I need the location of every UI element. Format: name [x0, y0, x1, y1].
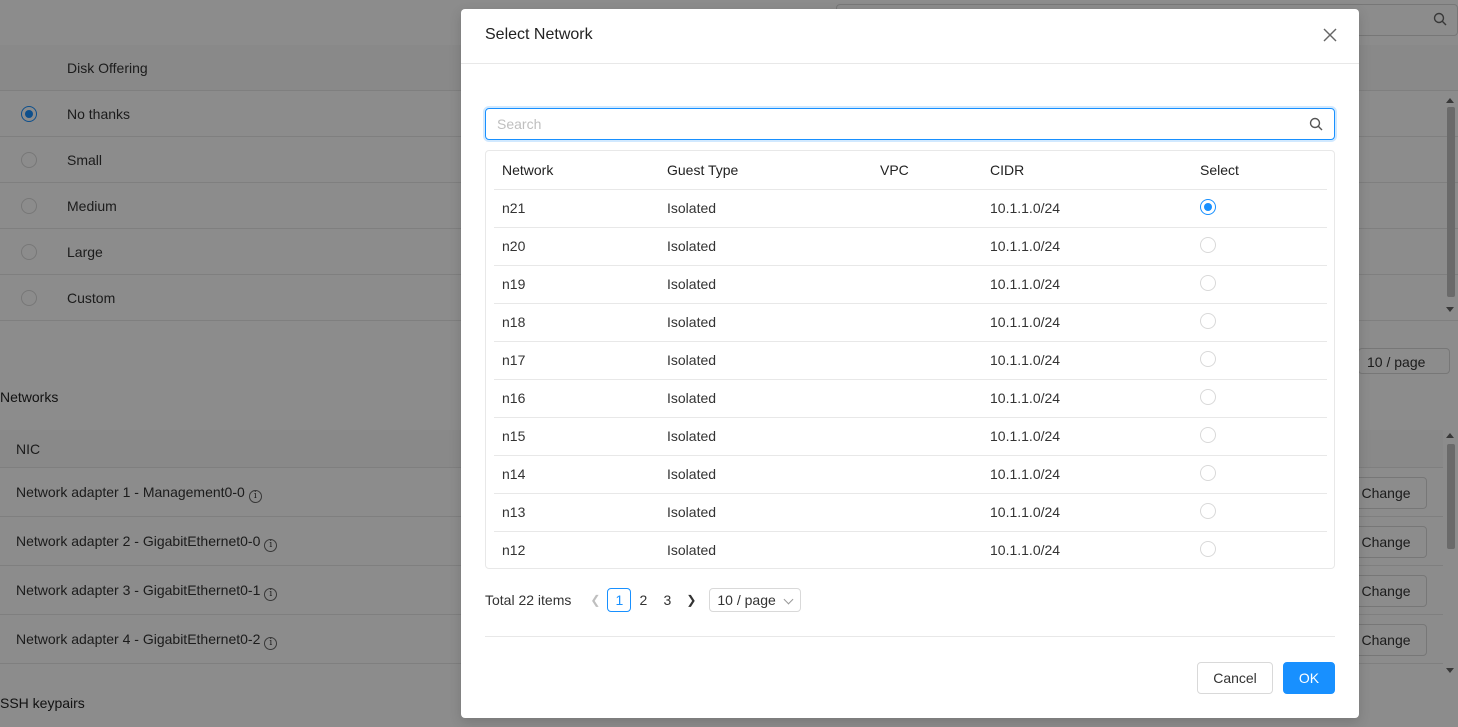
select-radio[interactable] — [1200, 350, 1216, 367]
select-radio[interactable] — [1200, 464, 1216, 481]
cidr-cell: 10.1.1.0/24 — [982, 455, 1192, 494]
network-cell: n12 — [494, 531, 659, 568]
chevron-down-icon — [783, 594, 794, 605]
network-cell: n19 — [494, 265, 659, 304]
select-radio[interactable] — [1200, 274, 1216, 291]
chevron-left-icon[interactable]: ❮ — [583, 588, 607, 612]
guest-type-cell: Isolated — [659, 189, 872, 228]
select-cell — [1192, 531, 1327, 568]
guest-type-cell: Isolated — [659, 265, 872, 304]
select-cell — [1192, 417, 1327, 456]
column-header-guest-type: Guest Type — [659, 151, 872, 190]
table-row[interactable]: n15 Isolated 10.1.1.0/24 — [494, 417, 1327, 456]
table-row[interactable]: n13 Isolated 10.1.1.0/24 — [494, 493, 1327, 532]
vpc-cell — [872, 303, 982, 342]
guest-type-cell: Isolated — [659, 417, 872, 456]
page-size-label: 10 / page — [717, 592, 776, 608]
select-radio[interactable] — [1200, 198, 1216, 215]
cidr-cell: 10.1.1.0/24 — [982, 227, 1192, 266]
guest-type-cell: Isolated — [659, 379, 872, 418]
table-row[interactable]: n19 Isolated 10.1.1.0/24 — [494, 265, 1327, 304]
guest-type-cell: Isolated — [659, 303, 872, 342]
page-size-select[interactable]: 10 / page — [709, 588, 802, 612]
table-row[interactable]: n16 Isolated 10.1.1.0/24 — [494, 379, 1327, 418]
select-radio[interactable] — [1200, 502, 1216, 519]
cidr-cell: 10.1.1.0/24 — [982, 417, 1192, 456]
cancel-button[interactable]: Cancel — [1197, 662, 1273, 694]
vpc-cell — [872, 417, 982, 456]
cidr-cell: 10.1.1.0/24 — [982, 379, 1192, 418]
select-cell — [1192, 379, 1327, 418]
table-row[interactable]: n18 Isolated 10.1.1.0/24 — [494, 303, 1327, 342]
vpc-cell — [872, 455, 982, 494]
column-header-network: Network — [494, 151, 659, 190]
select-cell — [1192, 341, 1327, 380]
vpc-cell — [872, 531, 982, 568]
table-row[interactable]: n14 Isolated 10.1.1.0/24 — [494, 455, 1327, 494]
guest-type-cell: Isolated — [659, 341, 872, 380]
vpc-cell — [872, 379, 982, 418]
page-item[interactable]: 2 — [631, 588, 655, 612]
network-table: Network Guest Type VPC CIDR Select n21 Is… — [485, 150, 1335, 569]
select-radio[interactable] — [1200, 312, 1216, 329]
select-radio[interactable] — [1200, 426, 1216, 443]
select-radio[interactable] — [1200, 236, 1216, 253]
select-network-modal: Select Network Network Guest Type VPC CI… — [461, 9, 1359, 718]
cidr-cell: 10.1.1.0/24 — [982, 303, 1192, 342]
modal-title: Select Network — [485, 26, 593, 43]
select-cell — [1192, 189, 1327, 228]
network-cell: n15 — [494, 417, 659, 456]
table-row[interactable]: n21 Isolated 10.1.1.0/24 — [494, 189, 1327, 228]
select-cell — [1192, 265, 1327, 304]
vpc-cell — [872, 227, 982, 266]
page-item[interactable]: 3 — [655, 588, 679, 612]
column-header-cidr: CIDR — [982, 151, 1192, 190]
network-cell: n20 — [494, 227, 659, 266]
cidr-cell: 10.1.1.0/24 — [982, 531, 1192, 568]
network-cell: n16 — [494, 379, 659, 418]
network-cell: n17 — [494, 341, 659, 380]
select-cell — [1192, 303, 1327, 342]
cidr-cell: 10.1.1.0/24 — [982, 341, 1192, 380]
search-input[interactable] — [486, 109, 1286, 139]
table-row[interactable]: n17 Isolated 10.1.1.0/24 — [494, 341, 1327, 380]
table-header-row: Network Guest Type VPC CIDR Select — [494, 151, 1327, 190]
select-cell — [1192, 227, 1327, 266]
guest-type-cell: Isolated — [659, 227, 872, 266]
network-cell: n13 — [494, 493, 659, 532]
vpc-cell — [872, 493, 982, 532]
vpc-cell — [872, 341, 982, 380]
column-header-select: Select — [1192, 151, 1327, 190]
table-row[interactable]: n12 Isolated 10.1.1.0/24 — [494, 531, 1327, 568]
vpc-cell — [872, 189, 982, 228]
guest-type-cell: Isolated — [659, 455, 872, 494]
table-row[interactable]: n20 Isolated 10.1.1.0/24 — [494, 227, 1327, 266]
total-items: Total 22 items — [485, 592, 572, 608]
search-icon[interactable] — [1309, 117, 1323, 131]
vpc-cell — [872, 265, 982, 304]
page-item[interactable]: 1 — [607, 588, 632, 612]
network-cell: n21 — [494, 189, 659, 228]
close-icon[interactable] — [1323, 28, 1337, 42]
select-radio[interactable] — [1200, 388, 1216, 405]
guest-type-cell: Isolated — [659, 531, 872, 568]
network-cell: n14 — [494, 455, 659, 494]
ok-button[interactable]: OK — [1283, 662, 1335, 694]
cidr-cell: 10.1.1.0/24 — [982, 493, 1192, 532]
select-cell — [1192, 493, 1327, 532]
divider — [485, 636, 1335, 637]
guest-type-cell: Isolated — [659, 493, 872, 532]
modal-header: Select Network — [461, 9, 1359, 64]
chevron-right-icon[interactable]: ❯ — [679, 588, 703, 612]
pagination: Total 22 items ❮ 123 ❯ 10 / page — [485, 588, 802, 612]
column-header-vpc: VPC — [872, 151, 982, 190]
cidr-cell: 10.1.1.0/24 — [982, 265, 1192, 304]
network-cell: n18 — [494, 303, 659, 342]
select-cell — [1192, 455, 1327, 494]
select-radio[interactable] — [1200, 540, 1216, 557]
cidr-cell: 10.1.1.0/24 — [982, 189, 1192, 228]
search-field[interactable] — [485, 108, 1335, 140]
